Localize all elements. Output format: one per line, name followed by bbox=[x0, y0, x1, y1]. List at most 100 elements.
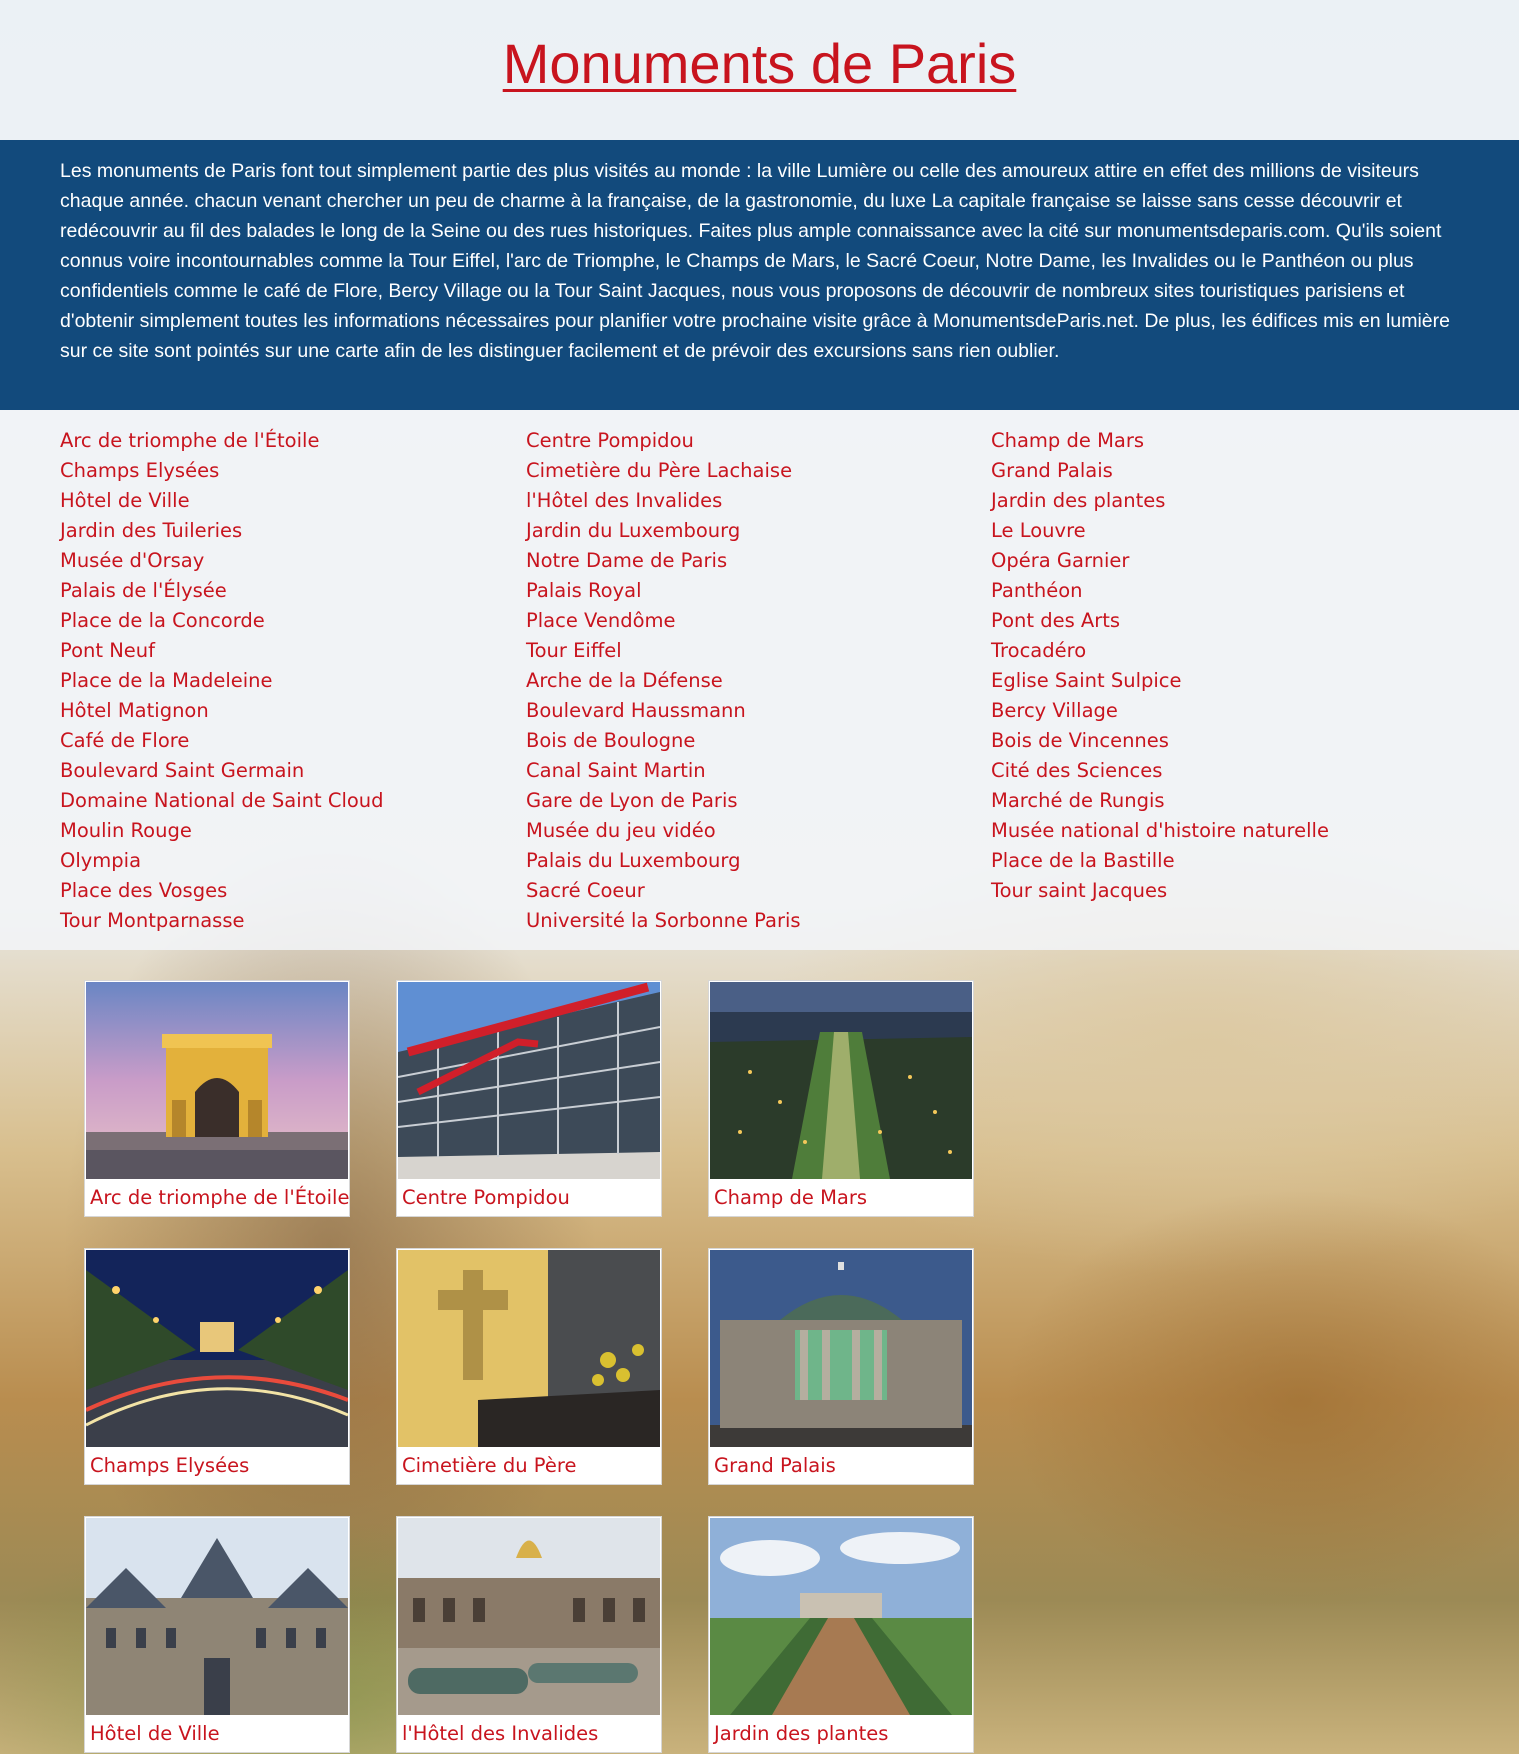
monument-link[interactable]: Bois de Vincennes bbox=[991, 729, 1169, 752]
monument-link-item: Arc de triomphe de l'Étoile bbox=[60, 426, 384, 456]
monument-link[interactable]: Gare de Lyon de Paris bbox=[526, 789, 738, 812]
centre-pompidou-photo bbox=[398, 982, 660, 1179]
monument-card[interactable]: Champs Elysées bbox=[84, 1248, 350, 1485]
cimetiere-photo bbox=[398, 1250, 660, 1447]
monument-link[interactable]: Champ de Mars bbox=[991, 429, 1144, 452]
monument-link-item: Jardin des Tuileries bbox=[60, 516, 384, 546]
monument-link-item: Canal Saint Martin bbox=[526, 756, 801, 786]
monument-link[interactable]: Eglise Saint Sulpice bbox=[991, 669, 1182, 692]
monument-link[interactable]: Palais Royal bbox=[526, 579, 642, 602]
monument-card[interactable]: l'Hôtel des Invalides bbox=[396, 1516, 662, 1753]
intro-section: Les monuments de Paris font tout simplem… bbox=[0, 140, 1519, 410]
monument-link-item: Notre Dame de Paris bbox=[526, 546, 801, 576]
monument-link[interactable]: Boulevard Saint Germain bbox=[60, 759, 304, 782]
monument-link-item: Boulevard Saint Germain bbox=[60, 756, 384, 786]
monument-link[interactable]: Cité des Sciences bbox=[991, 759, 1162, 782]
monument-link[interactable]: Tour Montparnasse bbox=[60, 909, 245, 932]
monument-link[interactable]: Cimetière du Père Lachaise bbox=[526, 459, 792, 482]
monument-link-item: l'Hôtel des Invalides bbox=[526, 486, 801, 516]
monument-link-item: Palais du Luxembourg bbox=[526, 846, 801, 876]
monument-link[interactable]: Jardin des plantes bbox=[991, 489, 1165, 512]
monument-link[interactable]: Bercy Village bbox=[991, 699, 1118, 722]
monument-link-item: Tour saint Jacques bbox=[991, 876, 1329, 906]
monument-link[interactable]: Hôtel Matignon bbox=[60, 699, 209, 722]
monument-link[interactable]: Centre Pompidou bbox=[526, 429, 694, 452]
monument-link-item: Cité des Sciences bbox=[991, 756, 1329, 786]
monument-link[interactable]: Palais de l'Élysée bbox=[60, 579, 227, 602]
intro-text: Les monuments de Paris font tout simplem… bbox=[60, 160, 1450, 362]
monument-card[interactable]: Cimetière du Père bbox=[396, 1248, 662, 1485]
monument-card[interactable]: Champ de Mars bbox=[708, 980, 974, 1217]
monument-link[interactable]: Marché de Rungis bbox=[991, 789, 1165, 812]
monument-link-item: Jardin du Luxembourg bbox=[526, 516, 801, 546]
monument-link-item: Le Louvre bbox=[991, 516, 1329, 546]
monument-link-item: Café de Flore bbox=[60, 726, 384, 756]
monument-link[interactable]: Musée du jeu vidéo bbox=[526, 819, 716, 842]
monument-link[interactable]: Café de Flore bbox=[60, 729, 189, 752]
page-title: Monuments de Paris bbox=[0, 32, 1519, 96]
monument-link[interactable]: Le Louvre bbox=[991, 519, 1086, 542]
monument-link-item: Champs Elysées bbox=[60, 456, 384, 486]
monument-link[interactable]: Pont Neuf bbox=[60, 639, 155, 662]
monument-link[interactable]: Olympia bbox=[60, 849, 141, 872]
monument-link-item: Tour Eiffel bbox=[526, 636, 801, 666]
monument-link[interactable]: Panthéon bbox=[991, 579, 1082, 602]
monument-link[interactable]: Pont des Arts bbox=[991, 609, 1120, 632]
monument-link[interactable]: Place Vendôme bbox=[526, 609, 676, 632]
monument-link[interactable]: Musée d'Orsay bbox=[60, 549, 204, 572]
monument-link[interactable]: Trocadéro bbox=[991, 639, 1086, 662]
monument-link-item: Trocadéro bbox=[991, 636, 1329, 666]
monument-link-item: Arche de la Défense bbox=[526, 666, 801, 696]
monument-link[interactable]: Arche de la Défense bbox=[526, 669, 723, 692]
monument-link[interactable]: Jardin du Luxembourg bbox=[526, 519, 740, 542]
arc-de-triomphe-photo bbox=[86, 982, 348, 1179]
card-caption: Cimetière du Père bbox=[402, 1454, 577, 1477]
monument-link[interactable]: Moulin Rouge bbox=[60, 819, 192, 842]
monument-link-item: Musée d'Orsay bbox=[60, 546, 384, 576]
monument-link[interactable]: Place de la Bastille bbox=[991, 849, 1175, 872]
monument-link[interactable]: Grand Palais bbox=[991, 459, 1113, 482]
monument-card[interactable]: Grand Palais bbox=[708, 1248, 974, 1485]
monument-link[interactable]: Place de la Concorde bbox=[60, 609, 265, 632]
monument-link-item: Domaine National de Saint Cloud bbox=[60, 786, 384, 816]
monument-link[interactable]: Place de la Madeleine bbox=[60, 669, 273, 692]
monument-link[interactable]: Champs Elysées bbox=[60, 459, 219, 482]
monument-link[interactable]: Palais du Luxembourg bbox=[526, 849, 740, 872]
monument-link[interactable]: Domaine National de Saint Cloud bbox=[60, 789, 384, 812]
card-caption: Jardin des plantes bbox=[714, 1722, 889, 1745]
monument-link[interactable]: Notre Dame de Paris bbox=[526, 549, 727, 572]
monument-link[interactable]: Tour Eiffel bbox=[526, 639, 622, 662]
monument-card[interactable]: Jardin des plantes bbox=[708, 1516, 974, 1753]
card-caption: Champ de Mars bbox=[714, 1186, 868, 1209]
monument-link[interactable]: Université la Sorbonne Paris bbox=[526, 909, 801, 932]
card-caption: Centre Pompidou bbox=[402, 1186, 570, 1209]
monument-link[interactable]: Arc de triomphe de l'Étoile bbox=[60, 429, 319, 452]
monument-link-item: Palais Royal bbox=[526, 576, 801, 606]
monument-link[interactable]: Sacré Coeur bbox=[526, 879, 645, 902]
monument-link[interactable]: Boulevard Haussmann bbox=[526, 699, 746, 722]
monument-link[interactable]: Opéra Garnier bbox=[991, 549, 1129, 572]
monument-link-item: Eglise Saint Sulpice bbox=[991, 666, 1329, 696]
monument-link[interactable]: Hôtel de Ville bbox=[60, 489, 190, 512]
monument-link-item: Place de la Concorde bbox=[60, 606, 384, 636]
monument-link[interactable]: Canal Saint Martin bbox=[526, 759, 706, 782]
monument-link[interactable]: Place des Vosges bbox=[60, 879, 227, 902]
monument-card[interactable]: Arc de triomphe de l'Étoile bbox=[84, 980, 350, 1217]
monument-link-item: Champ de Mars bbox=[991, 426, 1329, 456]
links-column-2: Centre Pompidou Cimetière du Père Lachais… bbox=[526, 426, 801, 936]
monument-card[interactable]: Hôtel de Ville bbox=[84, 1516, 350, 1753]
monument-link[interactable]: Tour saint Jacques bbox=[991, 879, 1167, 902]
monument-card[interactable]: Centre Pompidou bbox=[396, 980, 662, 1217]
page-title-link[interactable]: Monuments de Paris bbox=[503, 32, 1017, 95]
monument-link[interactable]: Jardin des Tuileries bbox=[60, 519, 242, 542]
monument-link[interactable]: Musée national d'histoire naturelle bbox=[991, 819, 1329, 842]
monument-link-item: Opéra Garnier bbox=[991, 546, 1329, 576]
monument-link-item: Olympia bbox=[60, 846, 384, 876]
monument-link[interactable]: Bois de Boulogne bbox=[526, 729, 695, 752]
hotel-des-invalides-photo bbox=[398, 1518, 660, 1715]
monument-link-item: Gare de Lyon de Paris bbox=[526, 786, 801, 816]
monument-link[interactable]: l'Hôtel des Invalides bbox=[526, 489, 722, 512]
monument-link-item: Cimetière du Père Lachaise bbox=[526, 456, 801, 486]
monument-link-item: Grand Palais bbox=[991, 456, 1329, 486]
monument-link-item: Sacré Coeur bbox=[526, 876, 801, 906]
